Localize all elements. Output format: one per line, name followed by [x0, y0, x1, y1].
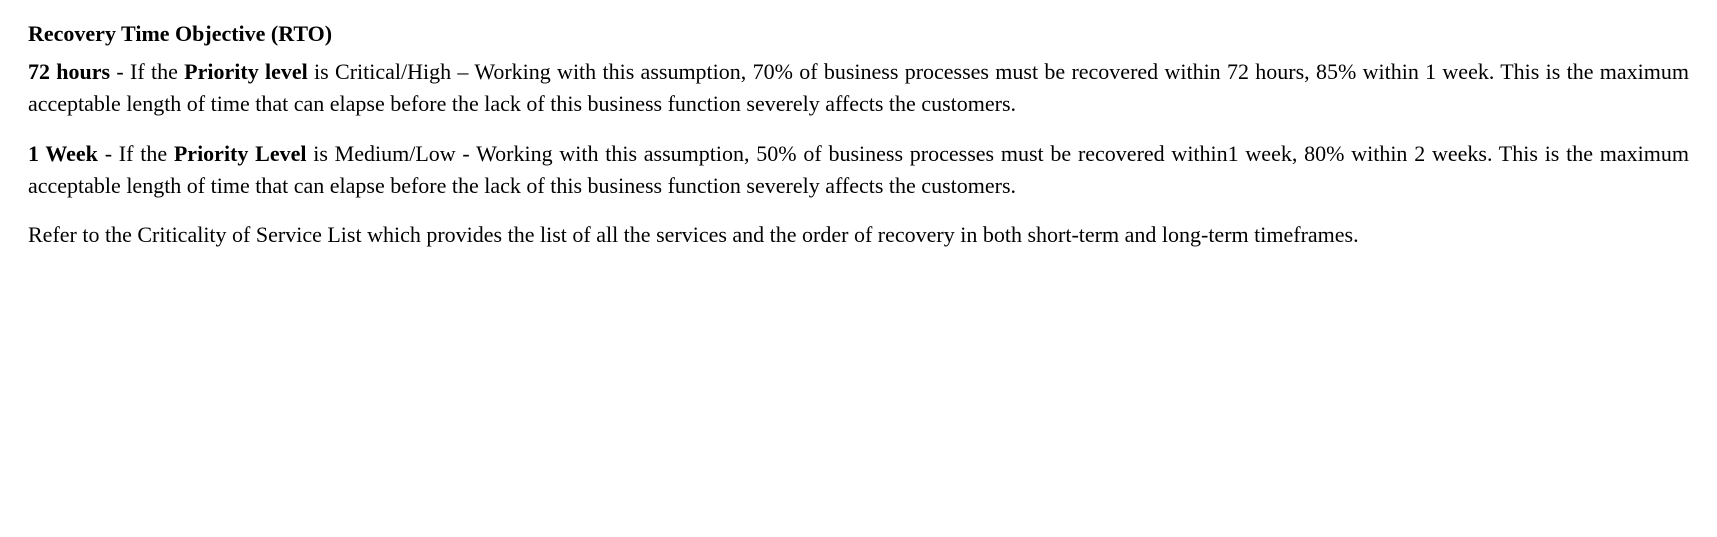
page-content: Recovery Time Objective (RTO) 72 hours -…: [28, 18, 1689, 251]
paragraph-72h-body: - If the Priority level is Critical/High…: [28, 59, 1689, 116]
paragraph-1week: 1 Week - If the Priority Level is Medium…: [28, 138, 1689, 202]
footer-paragraph: Refer to the Criticality of Service List…: [28, 219, 1689, 251]
term-72h: 72 hours: [28, 59, 110, 84]
priority-level-1week: Priority Level: [174, 141, 307, 166]
priority-level-72h: Priority level: [184, 59, 308, 84]
section-title: Recovery Time Objective (RTO): [28, 18, 1689, 50]
term-1week: 1 Week: [28, 141, 98, 166]
paragraph-1week-body: - If the Priority Level is Medium/Low - …: [28, 141, 1689, 198]
paragraph-72h: 72 hours - If the Priority level is Crit…: [28, 56, 1689, 120]
